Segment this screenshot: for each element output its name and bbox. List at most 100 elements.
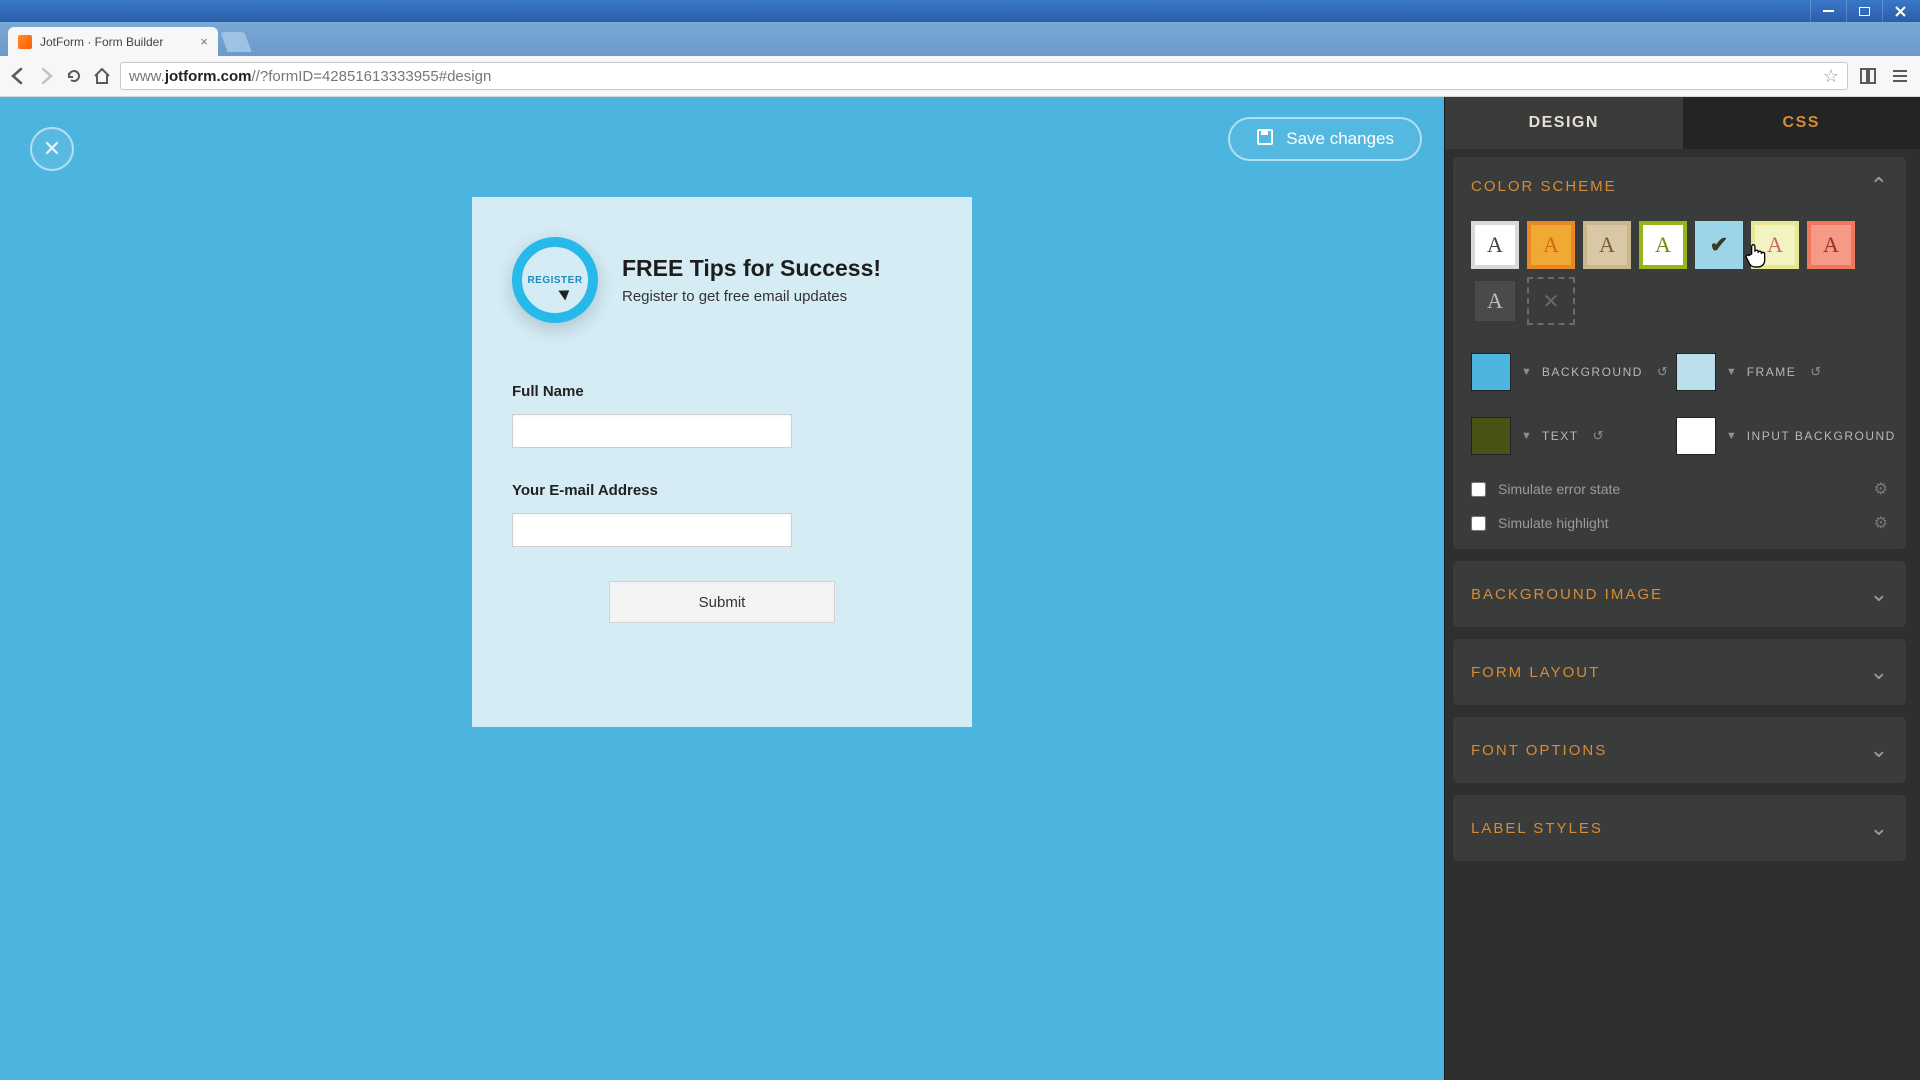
extensions-icon[interactable]	[1856, 64, 1880, 88]
cursor-icon	[558, 286, 572, 301]
tab-close-icon[interactable]: ×	[200, 34, 208, 49]
checkbox-simulate-highlight[interactable]	[1471, 516, 1486, 531]
color-label: TEXT	[1542, 429, 1579, 443]
url-host: jotform.com	[165, 68, 252, 85]
chevron-down-icon[interactable]: ▼	[1521, 430, 1532, 442]
section-title: COLOR SCHEME	[1471, 178, 1617, 195]
home-button[interactable]	[92, 66, 112, 86]
submit-button[interactable]: Submit	[609, 581, 835, 623]
simulate-highlight-label: Simulate highlight	[1498, 515, 1862, 531]
color-scheme-swatch[interactable]: A	[1751, 221, 1799, 269]
form-subtitle: Register to get free email updates	[622, 288, 881, 305]
url-rest: //?formID=42851613333955#design	[252, 68, 492, 85]
color-controls: ▼ BACKGROUND ↺ ▼ FRAME ↺ ▼ TEXT ↺	[1471, 353, 1888, 455]
color-input-bg-row: ▼ INPUT BACKGROUND	[1676, 417, 1896, 455]
color-label: BACKGROUND	[1542, 365, 1643, 379]
browser-tab[interactable]: JotForm · Form Builder ×	[8, 27, 218, 56]
favicon-icon	[18, 35, 32, 49]
form-preview-wrap: Feedback ✕ Save changes REGISTER FREE Ti…	[0, 97, 1444, 1080]
save-label: Save changes	[1286, 129, 1394, 149]
gear-icon[interactable]: ⚙	[1874, 479, 1888, 499]
section-font-options[interactable]: FONT OPTIONS ⌄	[1453, 717, 1906, 783]
color-scheme-swatch[interactable]: A	[1583, 221, 1631, 269]
section-title: FONT OPTIONS	[1471, 742, 1607, 759]
color-text-row: ▼ TEXT ↺	[1471, 417, 1668, 455]
url-prefix: www.	[129, 68, 165, 85]
input-email[interactable]	[512, 513, 792, 547]
form-title: FREE Tips for Success!	[622, 255, 881, 282]
chevron-down-icon: ⌄	[1870, 737, 1888, 763]
chevron-down-icon: ⌄	[1870, 815, 1888, 841]
bookmark-star-icon[interactable]: ☆	[1823, 66, 1839, 87]
gear-icon[interactable]: ⚙	[1874, 513, 1888, 533]
design-panel: DESIGN CSS COLOR SCHEME ⌃ AAAAAAA✕ ▼ BAC…	[1444, 97, 1920, 1080]
register-badge: REGISTER	[512, 237, 598, 323]
color-scheme-swatch[interactable]: A	[1527, 221, 1575, 269]
checkbox-simulate-error[interactable]	[1471, 482, 1486, 497]
color-scheme-swatch[interactable]: A	[1807, 221, 1855, 269]
panel-tabs: DESIGN CSS	[1445, 97, 1920, 149]
menu-icon[interactable]	[1888, 64, 1912, 88]
forward-button[interactable]	[36, 66, 56, 86]
add-color-scheme-button[interactable]: ✕	[1527, 277, 1575, 325]
section-form-layout[interactable]: FORM LAYOUT ⌄	[1453, 639, 1906, 705]
section-title: FORM LAYOUT	[1471, 664, 1600, 681]
chevron-up-icon: ⌃	[1870, 173, 1888, 199]
register-badge-text: REGISTER	[527, 275, 582, 286]
panel-body[interactable]: COLOR SCHEME ⌃ AAAAAAA✕ ▼ BACKGROUND ↺ ▼…	[1445, 149, 1920, 1080]
reload-button[interactable]	[64, 66, 84, 86]
browser-toolbar: www.jotform.com//?formID=42851613333955#…	[0, 56, 1920, 97]
color-background-row: ▼ BACKGROUND ↺	[1471, 353, 1668, 391]
close-designer-button[interactable]: ✕	[30, 127, 74, 171]
window-maximize-button[interactable]	[1846, 0, 1882, 22]
color-scheme-swatch[interactable]: A	[1471, 277, 1519, 325]
form-header: REGISTER FREE Tips for Success! Register…	[512, 237, 932, 323]
color-scheme-swatches: AAAAAAA✕	[1471, 221, 1888, 325]
chevron-down-icon[interactable]: ▼	[1726, 366, 1737, 378]
section-title: BACKGROUND IMAGE	[1471, 586, 1663, 603]
form-preview-canvas[interactable]: ✕ Save changes REGISTER FREE Tips for Su…	[0, 97, 1444, 1080]
new-tab-button[interactable]	[220, 32, 251, 52]
label-full-name: Full Name	[512, 383, 932, 400]
browser-tab-strip: JotForm · Form Builder ×	[0, 22, 1920, 56]
section-title: LABEL STYLES	[1471, 820, 1603, 837]
chevron-down-icon[interactable]: ▼	[1521, 366, 1532, 378]
color-label: FRAME	[1747, 365, 1797, 379]
back-button[interactable]	[8, 66, 28, 86]
color-chip-input-bg[interactable]	[1676, 417, 1716, 455]
save-icon	[1256, 128, 1274, 151]
color-chip-frame[interactable]	[1676, 353, 1716, 391]
chevron-down-icon: ⌄	[1870, 581, 1888, 607]
tab-title: JotForm · Form Builder	[40, 35, 192, 49]
reset-icon[interactable]: ↺	[1593, 428, 1604, 444]
chevron-down-icon: ⌄	[1870, 659, 1888, 685]
color-chip-background[interactable]	[1471, 353, 1511, 391]
save-changes-button[interactable]: Save changes	[1228, 117, 1422, 161]
color-label: INPUT BACKGROUND	[1747, 429, 1896, 443]
address-bar[interactable]: www.jotform.com//?formID=42851613333955#…	[120, 62, 1848, 90]
color-frame-row: ▼ FRAME ↺	[1676, 353, 1896, 391]
color-scheme-swatch[interactable]: A	[1639, 221, 1687, 269]
os-titlebar	[0, 0, 1920, 22]
section-background-image[interactable]: BACKGROUND IMAGE ⌄	[1453, 561, 1906, 627]
tab-design[interactable]: DESIGN	[1445, 97, 1683, 149]
section-color-scheme: COLOR SCHEME ⌃ AAAAAAA✕ ▼ BACKGROUND ↺ ▼…	[1453, 157, 1906, 549]
chevron-down-icon[interactable]: ▼	[1726, 430, 1737, 442]
tab-css[interactable]: CSS	[1683, 97, 1920, 149]
simulate-highlight-row: Simulate highlight ⚙	[1471, 513, 1888, 533]
section-label-styles[interactable]: LABEL STYLES ⌄	[1453, 795, 1906, 861]
app-content: Feedback ✕ Save changes REGISTER FREE Ti…	[0, 97, 1920, 1080]
form-frame: REGISTER FREE Tips for Success! Register…	[472, 197, 972, 727]
field-email: Your E-mail Address	[512, 482, 932, 547]
simulate-error-row: Simulate error state ⚙	[1471, 479, 1888, 499]
color-scheme-swatch[interactable]: A	[1471, 221, 1519, 269]
color-chip-text[interactable]	[1471, 417, 1511, 455]
section-header-color-scheme[interactable]: COLOR SCHEME ⌃	[1471, 173, 1888, 199]
reset-icon[interactable]: ↺	[1810, 364, 1821, 380]
color-scheme-swatch-selected[interactable]	[1695, 221, 1743, 269]
input-full-name[interactable]	[512, 414, 792, 448]
reset-icon[interactable]: ↺	[1657, 364, 1668, 380]
window-close-button[interactable]	[1882, 0, 1918, 22]
field-full-name: Full Name	[512, 383, 932, 448]
window-minimize-button[interactable]	[1810, 0, 1846, 22]
